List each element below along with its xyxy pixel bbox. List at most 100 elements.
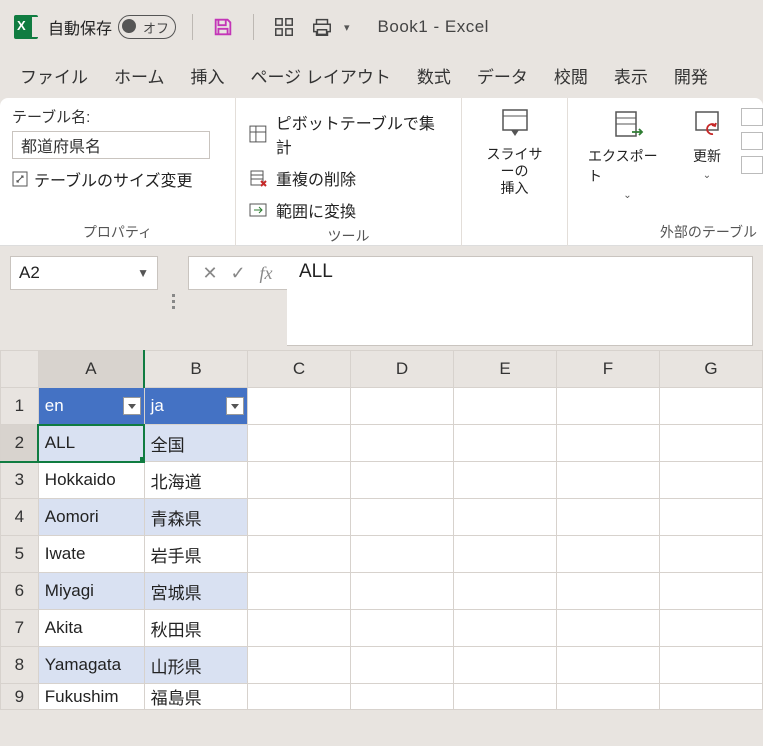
print-icon[interactable] — [308, 13, 336, 41]
tab-view[interactable]: 表示 — [602, 57, 660, 94]
row-header[interactable]: 2 — [1, 425, 39, 462]
cell[interactable]: 山形県 — [144, 647, 247, 684]
enter-icon[interactable]: ✓ — [227, 263, 249, 284]
cell[interactable] — [351, 536, 454, 573]
cell[interactable] — [659, 573, 762, 610]
cell[interactable] — [454, 647, 557, 684]
cell[interactable] — [557, 462, 660, 499]
resize-table-button[interactable]: テーブルのサイズ変更 — [12, 167, 223, 191]
cell[interactable] — [454, 388, 557, 425]
cell[interactable]: Yamagata — [38, 647, 144, 684]
col-header-C[interactable]: C — [248, 351, 351, 388]
cell[interactable] — [351, 462, 454, 499]
tablename-input[interactable] — [12, 131, 210, 159]
cell-A2[interactable]: ALL — [38, 425, 144, 462]
cell[interactable] — [454, 684, 557, 710]
cell[interactable]: Miyagi — [38, 573, 144, 610]
cell[interactable] — [248, 499, 351, 536]
cell[interactable] — [351, 573, 454, 610]
export-button[interactable]: エクスポート ⌄ — [580, 106, 675, 201]
tab-review[interactable]: 校閲 — [542, 57, 600, 94]
formula-bar[interactable]: ALL — [287, 256, 753, 346]
cell[interactable] — [454, 425, 557, 462]
cancel-icon[interactable]: ✕ — [199, 263, 221, 284]
cell[interactable] — [659, 388, 762, 425]
cell[interactable]: 北海道 — [144, 462, 247, 499]
row-header[interactable]: 9 — [1, 684, 39, 710]
tab-file[interactable]: ファイル — [8, 57, 100, 94]
cell[interactable]: Aomori — [38, 499, 144, 536]
col-header-A[interactable]: A — [38, 351, 144, 388]
row-header[interactable]: 3 — [1, 462, 39, 499]
properties-icon[interactable] — [741, 108, 763, 126]
cell[interactable] — [557, 499, 660, 536]
cell[interactable]: Iwate — [38, 536, 144, 573]
col-header-D[interactable]: D — [351, 351, 454, 388]
cell[interactable] — [557, 647, 660, 684]
cell[interactable]: Hokkaido — [38, 462, 144, 499]
row-header[interactable]: 8 — [1, 647, 39, 684]
qat-customize-icon[interactable]: ▾ — [344, 21, 350, 34]
cell[interactable] — [351, 499, 454, 536]
cell[interactable] — [351, 388, 454, 425]
cell[interactable]: Fukushim — [38, 684, 144, 710]
col-header-G[interactable]: G — [659, 351, 762, 388]
cell[interactable] — [659, 610, 762, 647]
cell[interactable] — [454, 610, 557, 647]
cell[interactable]: 福島県 — [144, 684, 247, 710]
convert-to-range-button[interactable]: 範囲に変換 — [248, 194, 449, 226]
cell[interactable] — [454, 462, 557, 499]
col-header-F[interactable]: F — [557, 351, 660, 388]
row-header[interactable]: 5 — [1, 536, 39, 573]
unlink-icon[interactable] — [741, 156, 763, 174]
cell[interactable] — [351, 647, 454, 684]
row-header[interactable]: 1 — [1, 388, 39, 425]
remove-duplicates-button[interactable]: 重複の削除 — [248, 162, 449, 194]
row-header[interactable]: 4 — [1, 499, 39, 536]
cell[interactable] — [454, 536, 557, 573]
tab-insert[interactable]: 挿入 — [179, 57, 237, 94]
fx-icon[interactable]: fx — [255, 263, 277, 284]
cell[interactable] — [248, 610, 351, 647]
cell[interactable] — [248, 573, 351, 610]
cell[interactable] — [454, 499, 557, 536]
cell[interactable] — [659, 462, 762, 499]
cell[interactable] — [248, 388, 351, 425]
cell[interactable] — [351, 684, 454, 710]
filter-dropdown-icon[interactable] — [226, 397, 244, 415]
cell[interactable] — [454, 573, 557, 610]
tab-home[interactable]: ホーム — [102, 57, 177, 94]
cell[interactable] — [557, 610, 660, 647]
cell[interactable] — [248, 536, 351, 573]
table-header-cell[interactable]: ja — [144, 388, 247, 425]
cell[interactable] — [557, 425, 660, 462]
refresh-button[interactable]: 更新 ⌄ — [681, 106, 733, 181]
tab-formulas[interactable]: 数式 — [405, 57, 463, 94]
cell[interactable] — [659, 425, 762, 462]
cell[interactable]: Akita — [38, 610, 144, 647]
cell[interactable] — [351, 610, 454, 647]
cell[interactable]: 岩手県 — [144, 536, 247, 573]
insert-slicer-button[interactable]: スライサーの挿入 — [474, 106, 555, 196]
cell[interactable] — [248, 684, 351, 710]
grip-icon[interactable] — [168, 256, 178, 346]
addins-icon[interactable] — [270, 13, 298, 41]
cell[interactable]: 宮城県 — [144, 573, 247, 610]
col-header-B[interactable]: B — [144, 351, 247, 388]
row-header[interactable]: 7 — [1, 610, 39, 647]
autosave-toggle[interactable]: オフ — [118, 15, 176, 39]
col-header-E[interactable]: E — [454, 351, 557, 388]
filter-dropdown-icon[interactable] — [123, 397, 141, 415]
cell[interactable] — [659, 536, 762, 573]
cell[interactable]: 青森県 — [144, 499, 247, 536]
select-all-corner[interactable] — [1, 351, 39, 388]
cell[interactable] — [248, 462, 351, 499]
cell[interactable] — [557, 536, 660, 573]
name-box[interactable]: A2▼ — [10, 256, 158, 290]
cell[interactable]: 全国 — [144, 425, 247, 462]
cell[interactable] — [351, 425, 454, 462]
cell[interactable] — [557, 388, 660, 425]
tab-developer[interactable]: 開発 — [662, 57, 720, 94]
cell[interactable] — [248, 647, 351, 684]
cell[interactable] — [659, 684, 762, 710]
